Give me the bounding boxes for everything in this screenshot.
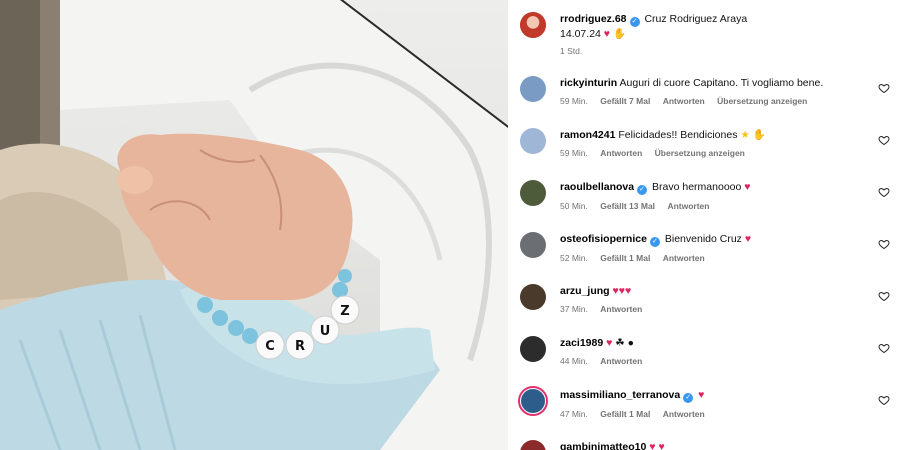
heart-icon[interactable] bbox=[878, 82, 890, 94]
comment-text: Auguri di cuore Capitano. Ti vogliamo be… bbox=[619, 77, 824, 89]
heart-icon[interactable] bbox=[878, 342, 890, 354]
baby-hand-bracelet-image: C R U Z bbox=[0, 0, 508, 450]
caption-row: rrodriguez.68 ✓ Cruz Rodriguez Araya 14.0… bbox=[508, 8, 900, 58]
comment-time: 59 Min. bbox=[560, 148, 588, 158]
comment-text: Felicidades!! Bendiciones ★ bbox=[618, 129, 750, 141]
likes-count[interactable]: Gefällt 7 Mal bbox=[600, 96, 650, 106]
comment-time: 59 Min. bbox=[560, 96, 588, 106]
svg-text:U: U bbox=[320, 324, 331, 339]
reply-button[interactable]: Antworten bbox=[663, 409, 705, 419]
comment-username[interactable]: massimiliano_terranova bbox=[560, 389, 680, 401]
comment-text: ♥ ☘ ● bbox=[606, 337, 634, 349]
avatar[interactable] bbox=[520, 440, 546, 450]
heart-icon[interactable] bbox=[878, 290, 890, 302]
reply-button[interactable]: Antworten bbox=[600, 356, 642, 366]
comment-time: 47 Min. bbox=[560, 409, 588, 419]
svg-text:R: R bbox=[295, 339, 305, 354]
comment-row: zaci1989 ♥ ☘ ● 44 Min. Antworten bbox=[508, 334, 900, 378]
reply-button[interactable]: Antworten bbox=[600, 304, 642, 314]
comment-text: ♥ bbox=[698, 389, 705, 401]
reply-button[interactable]: Antworten bbox=[600, 148, 642, 158]
reply-button[interactable]: Antworten bbox=[663, 253, 705, 263]
prayer-hands-icon: ✋ bbox=[612, 28, 627, 40]
svg-text:Z: Z bbox=[340, 304, 349, 319]
verified-icon: ✓ bbox=[629, 17, 640, 27]
comment-username[interactable]: gambinimatteo10 bbox=[560, 441, 646, 450]
likes-count[interactable]: Gefällt 13 Mal bbox=[600, 201, 655, 211]
avatar[interactable] bbox=[520, 76, 546, 102]
comment-time: 37 Min. bbox=[560, 304, 588, 314]
caption-time: 1 Std. bbox=[560, 46, 583, 56]
heart-icon[interactable] bbox=[878, 134, 890, 146]
comment-text: ♥ ♥ bbox=[649, 441, 665, 450]
comment-row: arzu_jung ♥♥♥ 37 Min. Antworten bbox=[508, 282, 900, 326]
avatar[interactable] bbox=[520, 284, 546, 310]
caption-date: 14.07.24 ♥ bbox=[560, 28, 611, 40]
avatar[interactable] bbox=[520, 180, 546, 206]
caption-text: Cruz Rodriguez Araya bbox=[644, 13, 748, 25]
comment-text: Bienvenido Cruz ♥ bbox=[664, 233, 752, 245]
svg-text:C: C bbox=[265, 339, 275, 354]
comment-row: rickyinturin Auguri di cuore Capitano. T… bbox=[508, 74, 900, 118]
show-translation-button[interactable]: Übersetzung anzeigen bbox=[717, 96, 807, 106]
comment-time: 50 Min. bbox=[560, 201, 588, 211]
heart-icon[interactable] bbox=[878, 186, 890, 198]
verified-icon: ✓ bbox=[649, 237, 660, 247]
likes-count[interactable]: Gefällt 1 Mal bbox=[600, 409, 650, 419]
comment-time: 52 Min. bbox=[560, 253, 588, 263]
heart-icon[interactable] bbox=[878, 394, 890, 406]
prayer-hands-icon: ✋ bbox=[752, 129, 766, 141]
reply-button[interactable]: Antworten bbox=[667, 201, 709, 211]
comment-time: 44 Min. bbox=[560, 356, 588, 366]
comment-username[interactable]: ramon4241 bbox=[560, 129, 615, 141]
comment-row: raoulbellanova ✓ Bravo hermanoooo ♥ 50 Mi… bbox=[508, 178, 900, 222]
comment-username[interactable]: arzu_jung bbox=[560, 285, 610, 297]
comment-username[interactable]: osteofisiopernice bbox=[560, 233, 647, 245]
comment-row: massimiliano_terranova ✓ ♥ 47 Min. Gefäll… bbox=[508, 386, 900, 430]
verified-icon: ✓ bbox=[683, 393, 694, 403]
comment-row: gambinimatteo10 ♥ ♥ bbox=[508, 438, 900, 450]
comment-username[interactable]: rickyinturin bbox=[560, 77, 617, 89]
comment-username[interactable]: raoulbellanova bbox=[560, 181, 634, 193]
comment-text: ♥♥♥ bbox=[612, 285, 632, 297]
avatar[interactable] bbox=[520, 232, 546, 258]
likes-count[interactable]: Gefällt 1 Mal bbox=[600, 253, 650, 263]
post-photo: C R U Z bbox=[0, 0, 508, 450]
comment-text: Bravo hermanoooo ♥ bbox=[652, 181, 751, 193]
reply-button[interactable]: Antworten bbox=[663, 96, 705, 106]
avatar[interactable] bbox=[518, 386, 548, 416]
verified-icon: ✓ bbox=[637, 185, 648, 195]
comment-row: osteofisiopernice ✓ Bienvenido Cruz ♥ 52 … bbox=[508, 230, 900, 274]
comment-row: ramon4241 Felicidades!! Bendiciones ★ ✋ … bbox=[508, 126, 900, 170]
comment-username[interactable]: zaci1989 bbox=[560, 337, 603, 349]
show-translation-button[interactable]: Übersetzung anzeigen bbox=[655, 148, 745, 158]
comments-panel: rrodriguez.68 ✓ Cruz Rodriguez Araya 14.0… bbox=[508, 0, 900, 450]
heart-icon[interactable] bbox=[878, 238, 890, 250]
avatar[interactable] bbox=[520, 12, 546, 38]
caption-username[interactable]: rrodriguez.68 bbox=[560, 13, 627, 25]
avatar[interactable] bbox=[520, 128, 546, 154]
avatar[interactable] bbox=[520, 336, 546, 362]
